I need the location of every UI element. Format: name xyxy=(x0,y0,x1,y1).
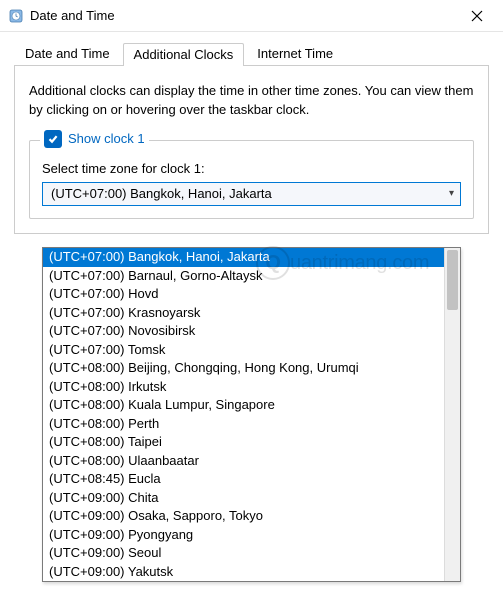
timezone-option[interactable]: (UTC+08:45) Eucla xyxy=(43,470,444,489)
timezone-option[interactable]: (UTC+07:00) Bangkok, Hanoi, Jakarta xyxy=(43,248,444,267)
tab-date-and-time[interactable]: Date and Time xyxy=(14,42,121,65)
tab-additional-clocks[interactable]: Additional Clocks xyxy=(123,43,245,66)
timezone-option[interactable]: (UTC+07:00) Krasnoyarsk xyxy=(43,304,444,323)
additional-clocks-description: Additional clocks can display the time i… xyxy=(29,82,474,120)
timezone-combobox[interactable]: (UTC+07:00) Bangkok, Hanoi, Jakarta ▾ xyxy=(42,182,461,206)
timezone-option[interactable]: (UTC+09:00) Seoul xyxy=(43,544,444,563)
close-button[interactable] xyxy=(457,2,497,30)
group-legend-clock-1: Show clock 1 xyxy=(40,130,149,148)
tab-internet-time[interactable]: Internet Time xyxy=(246,42,344,65)
titlebar-left: Date and Time xyxy=(8,8,115,24)
timezone-option[interactable]: (UTC+07:00) Hovd xyxy=(43,285,444,304)
timezone-option[interactable]: (UTC+08:00) Irkutsk xyxy=(43,378,444,397)
timezone-dropdown-list: (UTC+07:00) Bangkok, Hanoi, Jakarta(UTC+… xyxy=(43,248,444,581)
window-title: Date and Time xyxy=(30,8,115,23)
timezone-option[interactable]: (UTC+07:00) Novosibirsk xyxy=(43,322,444,341)
timezone-option[interactable]: (UTC+08:00) Perth xyxy=(43,415,444,434)
groupbox-clock-1: Show clock 1 Select time zone for clock … xyxy=(29,140,474,219)
scroll-thumb[interactable] xyxy=(447,250,458,310)
timezone-option[interactable]: (UTC+08:00) Taipei xyxy=(43,433,444,452)
timezone-option[interactable]: (UTC+08:00) Ulaanbaatar xyxy=(43,452,444,471)
tab-pane-additional-clocks: Additional clocks can display the time i… xyxy=(14,66,489,234)
close-icon xyxy=(471,10,483,22)
clock-settings-icon xyxy=(8,8,24,24)
checkmark-icon xyxy=(47,133,59,145)
timezone-option[interactable]: (UTC+08:00) Kuala Lumpur, Singapore xyxy=(43,396,444,415)
timezone-option[interactable]: (UTC+09:00) Yakutsk xyxy=(43,563,444,582)
titlebar: Date and Time xyxy=(0,0,503,32)
dropdown-scrollbar[interactable] xyxy=(444,248,460,581)
timezone-dropdown[interactable]: (UTC+07:00) Bangkok, Hanoi, Jakarta(UTC+… xyxy=(42,247,461,582)
select-timezone-label: Select time zone for clock 1: xyxy=(42,161,461,176)
content-area: Date and Time Additional Clocks Internet… xyxy=(0,32,503,234)
timezone-option[interactable]: (UTC+08:00) Beijing, Chongqing, Hong Kon… xyxy=(43,359,444,378)
timezone-option[interactable]: (UTC+09:00) Pyongyang xyxy=(43,526,444,545)
timezone-option[interactable]: (UTC+07:00) Barnaul, Gorno-Altaysk xyxy=(43,267,444,286)
timezone-option[interactable]: (UTC+09:00) Osaka, Sapporo, Tokyo xyxy=(43,507,444,526)
timezone-combobox-value: (UTC+07:00) Bangkok, Hanoi, Jakarta xyxy=(51,186,272,201)
tabs-row: Date and Time Additional Clocks Internet… xyxy=(14,40,489,66)
timezone-option[interactable]: (UTC+07:00) Tomsk xyxy=(43,341,444,360)
show-clock-1-label: Show clock 1 xyxy=(68,131,145,146)
timezone-option[interactable]: (UTC+09:00) Chita xyxy=(43,489,444,508)
show-clock-1-checkbox[interactable] xyxy=(44,130,62,148)
chevron-down-icon: ▾ xyxy=(449,188,454,199)
